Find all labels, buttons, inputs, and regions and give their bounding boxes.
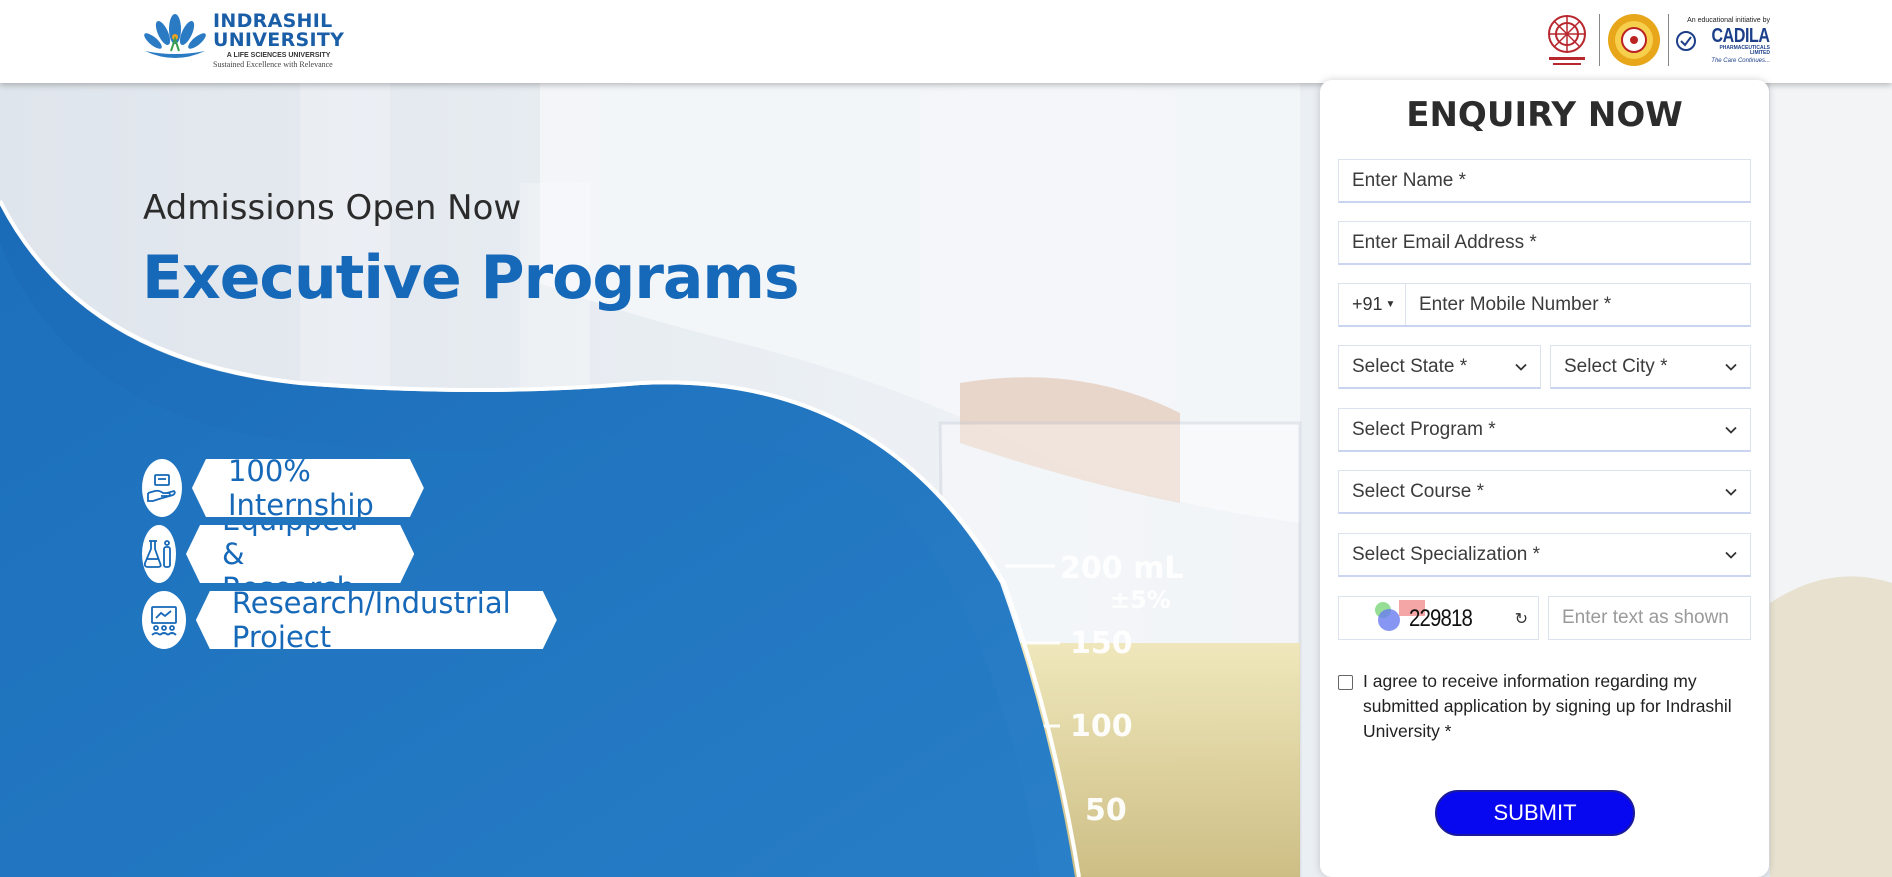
course-select[interactable]: Select Course * (1338, 470, 1751, 514)
consent-checkbox[interactable] (1338, 675, 1353, 690)
city-select-label: Select City * (1564, 355, 1668, 377)
consent-text: I agree to receive information regarding… (1363, 671, 1732, 741)
feature-item-research-lab: Highly Equipped & Research Lab (142, 524, 414, 584)
partner-logos: An educational initiative by CADILA PHAR… (1541, 10, 1770, 70)
caret-down-icon: ▼ (1385, 299, 1396, 310)
chevron-down-icon (1725, 363, 1737, 371)
lab-flask-icon (142, 525, 176, 583)
ugc-emblem-icon (1548, 15, 1587, 65)
specialization-select[interactable]: Select Specialization * (1338, 533, 1751, 577)
city-select[interactable]: Select City * (1550, 345, 1751, 389)
enquiry-form-card: ENQUIRY NOW Enter Name * Enter Email Add… (1320, 80, 1769, 877)
feature-item-internship: 100% Internship (142, 458, 424, 518)
mobile-number-input[interactable]: Enter Mobile Number * (1406, 284, 1750, 325)
submit-button[interactable]: SUBMIT (1435, 790, 1635, 836)
chevron-down-icon (1725, 551, 1737, 559)
captcha-image: 229818 (1369, 598, 1499, 638)
svg-text:±5%: ±5% (1110, 586, 1171, 614)
chevron-down-icon (1725, 426, 1737, 434)
partner-divider (1599, 14, 1601, 66)
form-title: ENQUIRY NOW (1406, 95, 1683, 135)
cadila-name: CADILA (1711, 24, 1770, 47)
mobile-field-group: +91 ▼ Enter Mobile Number * (1338, 283, 1751, 327)
chevron-down-icon (1725, 488, 1737, 496)
captcha-input[interactable]: Enter text as shown (1548, 596, 1751, 640)
logo-subline: Sustained Excellence with Relevance (213, 59, 333, 69)
internship-hand-icon (142, 459, 182, 517)
country-code-value: +91 (1352, 294, 1383, 314)
program-select[interactable]: Select Program * (1338, 408, 1751, 452)
name-field[interactable]: Enter Name * (1338, 159, 1751, 203)
feature-item-industrial-project: Research/Industrial Project (142, 590, 557, 650)
aicte-emblem-icon (1608, 14, 1661, 66)
feature-label: 100% Internship (192, 459, 424, 517)
presentation-board-icon (142, 591, 186, 649)
logo-name-line2: UNIVERSITY (213, 28, 345, 51)
captcha-code-text: 229818 (1409, 605, 1473, 632)
cadila-logo: An educational initiative by CADILA PHAR… (1675, 17, 1770, 64)
cadila-limited: LIMITED (1750, 49, 1770, 56)
svg-text:200 mL: 200 mL (1060, 551, 1183, 586)
admissions-kicker: Admissions Open Now (143, 188, 522, 228)
email-field[interactable]: Enter Email Address * (1338, 221, 1751, 265)
course-select-label: Select Course * (1352, 480, 1485, 502)
state-select-label: Select State * (1352, 355, 1468, 377)
hero-headline: Executive Programs (142, 243, 800, 313)
indrashil-logo[interactable]: INDRASHIL UNIVERSITY A LIFE SCIENCES UNI… (141, 11, 344, 69)
svg-text:100: 100 (1070, 709, 1133, 744)
cadila-tagline: The Care Continues... (1711, 57, 1770, 64)
logo-tagline: A LIFE SCIENCES UNIVERSITY (226, 51, 331, 59)
cadila-initiative-text: An educational initiative by (1687, 16, 1770, 24)
feature-label: Research/Industrial Project (196, 591, 557, 649)
state-select[interactable]: Select State * (1338, 345, 1541, 389)
country-code-select[interactable]: +91 ▼ (1339, 284, 1406, 325)
captcha-box: 229818 ↻ (1338, 596, 1539, 640)
program-select-label: Select Program * (1352, 418, 1496, 440)
cadila-emblem-icon (1676, 30, 1697, 51)
consent-row: I agree to receive information regarding… (1338, 669, 1753, 744)
logo-name-line1: INDRASHIL (213, 9, 333, 32)
site-header: INDRASHIL UNIVERSITY A LIFE SCIENCES UNI… (0, 0, 1892, 83)
svg-text:50: 50 (1085, 793, 1127, 828)
specialization-select-label: Select Specialization * (1352, 543, 1540, 565)
feature-label: Highly Equipped & Research Lab (186, 525, 414, 583)
svg-text:150: 150 (1070, 626, 1133, 661)
refresh-captcha-icon[interactable]: ↻ (1515, 609, 1528, 629)
lotus-logo-icon (144, 14, 206, 58)
chevron-down-icon (1515, 363, 1527, 371)
partner-divider (1668, 14, 1670, 66)
